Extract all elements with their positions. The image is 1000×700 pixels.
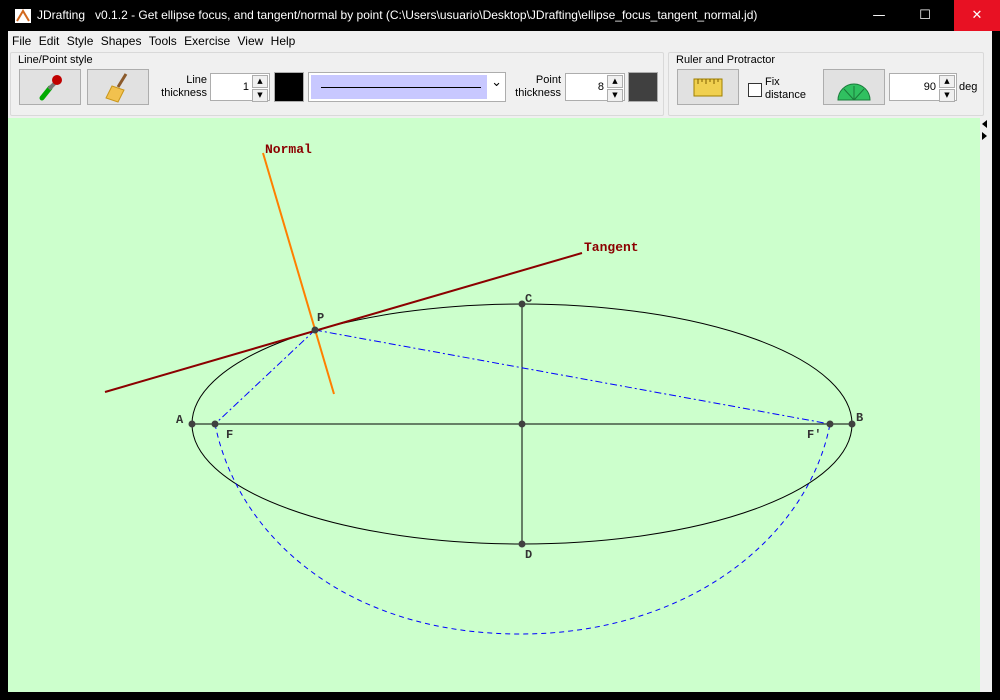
line-style-combo[interactable]: ⌄: [308, 72, 506, 102]
point-p[interactable]: [311, 326, 319, 334]
point-thickness-value: 8: [597, 81, 604, 93]
protractor-button[interactable]: [823, 69, 885, 105]
menu-edit[interactable]: Edit: [35, 31, 60, 51]
window-title: JDrafting v0.1.2 - Get ellipse focus, an…: [37, 8, 758, 22]
spin-down-icon[interactable]: ▼: [607, 89, 623, 102]
side-panel-toggle[interactable]: [980, 118, 992, 692]
line-style-preview: [321, 87, 481, 88]
point-f[interactable]: [211, 420, 219, 428]
spin-up-icon[interactable]: ▲: [607, 75, 623, 88]
angle-spinner[interactable]: 90 ▲ ▼: [889, 73, 957, 102]
line-thickness-value: 1: [242, 81, 249, 93]
label-f: F: [226, 428, 233, 442]
point-thickness-label: Point thickness: [515, 74, 561, 99]
ruler-button[interactable]: [677, 69, 739, 105]
maximize-button[interactable]: ☐: [902, 0, 948, 31]
normal-line[interactable]: [262, 152, 335, 395]
arrow-left-icon[interactable]: [982, 120, 987, 128]
fix-distance-checkbox[interactable]: [748, 83, 762, 97]
drawing-svg[interactable]: Normal Tangent P C D A B F F': [8, 118, 980, 692]
protractor-icon: [837, 83, 871, 101]
menu-tools[interactable]: Tools: [145, 31, 177, 51]
tangent-line[interactable]: [104, 252, 583, 393]
line-point-style-label: Line/Point style: [18, 54, 93, 66]
title-bar: JDrafting v0.1.2 - Get ellipse focus, an…: [0, 0, 1000, 31]
toolbar: Line/Point style Line thickness 1 ▲ ▼ ⌄ …: [8, 51, 992, 118]
focal-line-f[interactable]: [214, 329, 316, 425]
arrow-right-icon[interactable]: [982, 132, 987, 140]
spin-up-icon[interactable]: ▲: [939, 75, 955, 88]
line-style-selected: [311, 75, 487, 99]
app-icon: [15, 9, 31, 23]
label-p: P: [317, 311, 324, 325]
fix-distance-label: Fix distance: [765, 76, 806, 101]
line-point-style-group: Line/Point style Line thickness 1 ▲ ▼ ⌄ …: [10, 52, 664, 116]
menu-view[interactable]: View: [234, 31, 264, 51]
point-f2[interactable]: [826, 420, 834, 428]
menu-exercise[interactable]: Exercise: [180, 31, 230, 51]
point-d[interactable]: [518, 540, 526, 548]
point-color-swatch[interactable]: [628, 72, 658, 102]
drawing-canvas[interactable]: Normal Tangent P C D A B F F': [8, 118, 980, 692]
point-thickness-spinner[interactable]: 8 ▲ ▼: [565, 73, 625, 102]
line-thickness-label: Line thickness: [161, 74, 207, 99]
label-f2: F': [807, 428, 821, 442]
spin-down-icon[interactable]: ▼: [252, 89, 268, 102]
ruler-protractor-group: Ruler and Protractor Fix distance 90 ▲ ▼: [668, 52, 984, 116]
angle-value: 90: [923, 81, 936, 93]
label-c: C: [525, 292, 532, 306]
focal-line-f2[interactable]: [314, 329, 831, 425]
menu-help[interactable]: Help: [267, 31, 296, 51]
label-b: B: [856, 411, 863, 425]
ruler-protractor-label: Ruler and Protractor: [676, 54, 776, 66]
angle-unit-label: deg: [959, 81, 978, 93]
eyedropper-icon: [39, 75, 62, 101]
point-center[interactable]: [518, 420, 526, 428]
ruler-icon: [693, 78, 723, 97]
line-thickness-spinner[interactable]: 1 ▲ ▼: [210, 73, 270, 102]
spin-down-icon[interactable]: ▼: [939, 89, 955, 102]
label-a: A: [176, 413, 184, 427]
close-button[interactable]: ✕: [954, 0, 1000, 31]
point-b[interactable]: [848, 420, 856, 428]
normal-label: Normal: [265, 142, 312, 157]
tangent-label: Tangent: [584, 240, 639, 255]
eyedropper-button[interactable]: [19, 69, 81, 105]
menu-bar: File Edit Style Shapes Tools Exercise Vi…: [8, 31, 992, 51]
chevron-down-icon: ⌄: [491, 75, 502, 90]
point-a[interactable]: [188, 420, 196, 428]
broom-button[interactable]: [87, 69, 149, 105]
menu-style[interactable]: Style: [63, 31, 94, 51]
broom-icon: [105, 73, 128, 103]
spin-up-icon[interactable]: ▲: [252, 75, 268, 88]
menu-file[interactable]: File: [8, 31, 31, 51]
menu-shapes[interactable]: Shapes: [97, 31, 142, 51]
line-color-swatch[interactable]: [274, 72, 304, 102]
minimize-button[interactable]: —: [856, 0, 902, 31]
label-d: D: [525, 548, 532, 562]
